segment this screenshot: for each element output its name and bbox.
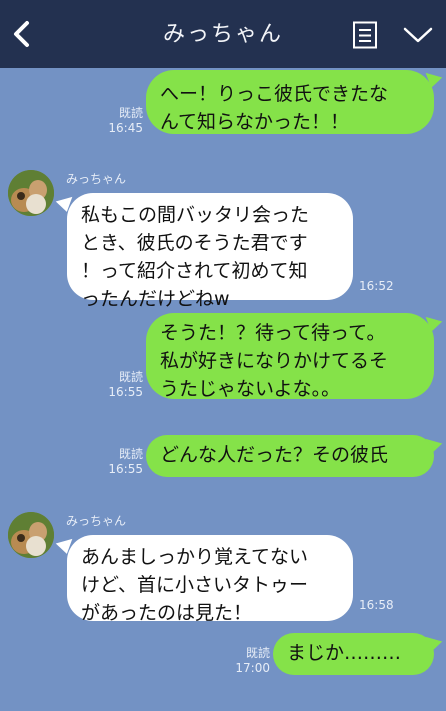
read-receipt: 既読 xyxy=(245,646,270,660)
message-meta: 既読 16:45 xyxy=(103,106,143,136)
dog-photo-icon xyxy=(8,170,54,216)
sender-name: みっちゃん xyxy=(66,514,127,528)
message-meta: 既読 16:55 xyxy=(103,447,143,477)
message-bubble-outgoing[interactable]: どんな人だった？その彼氏 xyxy=(146,435,434,477)
message-bubble-outgoing[interactable]: まじか……… xyxy=(273,633,434,675)
message-time: 16:58 xyxy=(359,598,394,612)
message-meta: 既読 17:00 xyxy=(230,646,270,676)
avatar[interactable] xyxy=(8,170,54,216)
message-bubble-outgoing[interactable]: へー！りっこ彼氏できたな んて知らなかった！！ xyxy=(146,70,434,134)
message-bubble-incoming[interactable]: 私もこの間バッタリ会った とき、彼氏のそうた君です ！って紹介されて初めて知 っ… xyxy=(67,193,353,310)
chevron-down-icon[interactable] xyxy=(403,25,433,45)
message-bubble-outgoing[interactable]: そうた！？待って待って。 私が好きになりかけてるそ うたじゃないよな。。 xyxy=(146,313,434,400)
message-time: 16:55 xyxy=(108,462,143,476)
read-receipt: 既読 xyxy=(118,447,143,461)
message-time: 16:45 xyxy=(108,121,143,135)
message-time: 16:52 xyxy=(359,279,394,293)
document-list-icon[interactable] xyxy=(352,21,378,49)
chat-header: みっちゃん xyxy=(0,0,446,68)
message-time: 17:00 xyxy=(235,661,270,675)
read-receipt: 既読 xyxy=(118,370,143,384)
message-time: 16:55 xyxy=(108,385,143,399)
message-meta: 既読 16:55 xyxy=(103,370,143,400)
read-receipt: 既読 xyxy=(118,106,143,120)
avatar[interactable] xyxy=(8,512,54,558)
message-bubble-incoming[interactable]: あんましっかり覚えてない けど、首に小さいタトゥー があったのは見た！ xyxy=(67,535,353,624)
sender-name: みっちゃん xyxy=(66,172,127,186)
chat-title: みっちゃん xyxy=(162,22,283,47)
dog-photo-icon xyxy=(8,512,54,558)
